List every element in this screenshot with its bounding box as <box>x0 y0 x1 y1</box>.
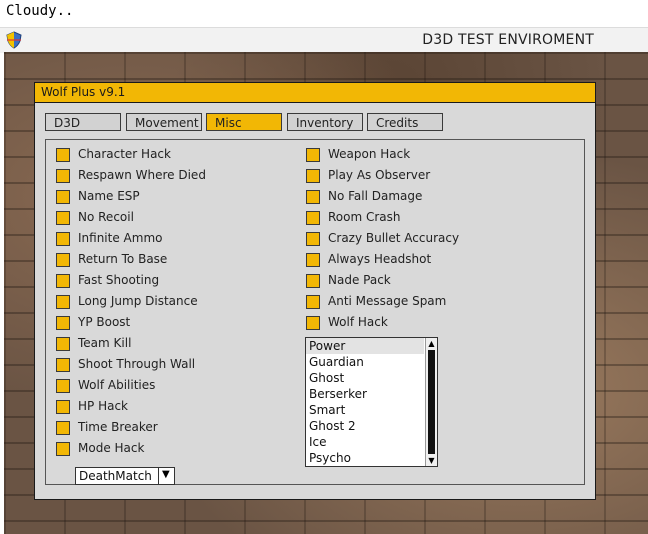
checkbox[interactable] <box>56 442 70 456</box>
tab-credits[interactable]: Credits <box>367 113 443 131</box>
game-viewport: Wolf Plus v9.1 D3D Movement Misc Invento… <box>4 52 648 534</box>
window-title: D3D TEST ENVIROMENT <box>422 32 594 48</box>
checkbox[interactable] <box>56 274 70 288</box>
checkbox[interactable] <box>56 211 70 225</box>
checkbox[interactable] <box>56 316 70 330</box>
list-item[interactable]: Power <box>306 338 424 354</box>
checkbox[interactable] <box>306 169 320 183</box>
list-item[interactable]: Psycho <box>306 450 424 466</box>
checkbox[interactable] <box>306 295 320 309</box>
tab-inventory[interactable]: Inventory <box>287 113 363 131</box>
checkbox[interactable] <box>306 190 320 204</box>
misc-options-area: Character Hack Respawn Where Died Name E… <box>45 139 585 485</box>
checkbox[interactable] <box>56 400 70 414</box>
checkbox[interactable] <box>56 148 70 162</box>
menu-title-bar[interactable]: Wolf Plus v9.1 <box>35 83 595 103</box>
hack-menu-panel: Wolf Plus v9.1 D3D Movement Misc Invento… <box>34 82 596 500</box>
checkbox[interactable] <box>56 295 70 309</box>
listbox-scrollbar[interactable]: ▲ ▼ <box>425 338 437 466</box>
chevron-down-icon: ▼ <box>162 469 170 480</box>
caption-text: Cloudy.. <box>6 3 74 19</box>
checkbox[interactable] <box>56 190 70 204</box>
list-item[interactable]: Ghost 2 <box>306 418 424 434</box>
list-item[interactable]: Guardian <box>306 354 424 370</box>
checkbox[interactable] <box>56 232 70 246</box>
list-item[interactable]: Ice <box>306 434 424 450</box>
checkbox[interactable] <box>56 253 70 267</box>
checkbox[interactable] <box>306 253 320 267</box>
scroll-thumb[interactable] <box>428 350 435 454</box>
checkbox[interactable] <box>56 379 70 393</box>
list-item[interactable]: Ghost <box>306 370 424 386</box>
checkbox[interactable] <box>306 211 320 225</box>
dropdown-button[interactable]: ▼ <box>158 468 174 484</box>
menu-title: Wolf Plus v9.1 <box>41 85 126 99</box>
list-item[interactable]: Smart <box>306 402 424 418</box>
checkbox[interactable] <box>306 274 320 288</box>
tab-movement[interactable]: Movement <box>126 113 202 131</box>
mode-dropdown-value: DeathMatch <box>79 469 152 483</box>
tab-d3d[interactable]: D3D <box>45 113 121 131</box>
list-item[interactable]: Berserker <box>306 386 424 402</box>
window-title-bar: D3D TEST ENVIROMENT <box>0 27 648 53</box>
scroll-up-icon[interactable]: ▲ <box>426 338 437 349</box>
checkbox[interactable] <box>306 148 320 162</box>
checkbox[interactable] <box>56 169 70 183</box>
wolf-type-listbox[interactable]: Power Guardian Ghost Berserker Smart Gho… <box>305 337 438 467</box>
checkbox[interactable] <box>56 358 70 372</box>
shield-icon <box>6 31 22 49</box>
checkbox[interactable] <box>56 421 70 435</box>
scroll-down-icon[interactable]: ▼ <box>426 455 437 466</box>
checkbox[interactable] <box>306 232 320 246</box>
mode-dropdown[interactable]: DeathMatch ▼ <box>75 467 175 485</box>
tab-misc[interactable]: Misc <box>206 113 282 131</box>
checkbox[interactable] <box>56 337 70 351</box>
checkbox[interactable] <box>306 316 320 330</box>
